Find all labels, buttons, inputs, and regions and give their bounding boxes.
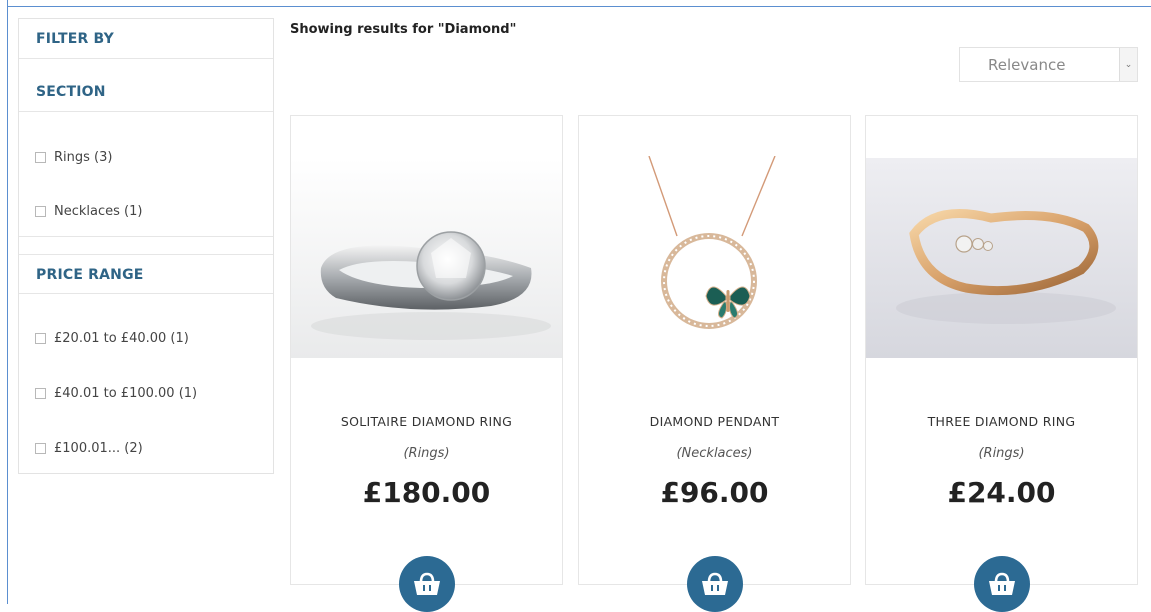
filter-option-label: £40.01 to £100.00 (1) — [54, 385, 198, 401]
shopping-basket-icon — [989, 572, 1015, 595]
filter-option-label: £100.01... (2) — [54, 440, 143, 456]
checkbox[interactable] — [35, 332, 46, 344]
product-image-solitaire-ring[interactable] — [291, 158, 562, 358]
divider — [19, 236, 273, 237]
checkbox[interactable] — [35, 442, 46, 454]
sort-select[interactable]: Relevance ⌄ — [959, 47, 1138, 82]
product-name[interactable]: SOLITAIRE DIAMOND RING — [291, 414, 562, 429]
product-price: £180.00 — [362, 476, 491, 509]
window-frame-left — [7, 0, 8, 604]
filter-option-price-40-100[interactable]: £40.01 to £100.00 (1) — [35, 383, 197, 403]
product-price: £24.00 — [947, 476, 1056, 509]
checkbox[interactable] — [35, 151, 46, 163]
product-category: (Rings) — [403, 446, 450, 461]
filter-option-price-100-plus[interactable]: £100.01... (2) — [35, 438, 143, 458]
filter-option-label: Necklaces (1) — [54, 203, 143, 219]
price-range-heading: PRICE RANGE — [19, 254, 273, 294]
product-card[interactable]: DIAMOND PENDANT (Necklaces) £96.00 — [578, 115, 851, 612]
filter-option-label: Rings (3) — [54, 149, 113, 165]
product-image-diamond-pendant[interactable] — [579, 156, 850, 356]
results-heading: Showing results for "Diamond" — [290, 22, 517, 37]
product-category: (Necklaces) — [676, 446, 753, 461]
product-card[interactable]: SOLITAIRE DIAMOND RING (Rings) £180.00 — [290, 115, 563, 612]
product-price: £96.00 — [660, 476, 769, 509]
filter-option-necklaces[interactable]: Necklaces (1) — [35, 201, 142, 221]
chevron-down-icon[interactable]: ⌄ — [1119, 48, 1137, 81]
product-card[interactable]: THREE DIAMOND RING (Rings) £24.00 — [865, 115, 1138, 612]
shopping-basket-icon — [702, 572, 728, 595]
checkbox[interactable] — [35, 205, 46, 217]
sort-selected-value: Relevance — [988, 55, 1066, 74]
product-category: (Rings) — [978, 446, 1025, 461]
window-frame-top — [7, 6, 1151, 7]
filter-option-price-20-40[interactable]: £20.01 to £40.00 (1) — [35, 328, 189, 348]
product-image-three-diamond-ring[interactable] — [866, 158, 1137, 358]
section-heading: SECTION — [19, 72, 273, 112]
shopping-basket-icon — [414, 572, 440, 595]
filter-sidebar: FILTER BY SECTION Rings (3) Necklaces (1… — [18, 18, 274, 474]
product-name[interactable]: DIAMOND PENDANT — [579, 414, 850, 429]
filter-by-heading: FILTER BY — [19, 19, 273, 59]
checkbox[interactable] — [35, 387, 46, 399]
filter-option-rings[interactable]: Rings (3) — [35, 147, 112, 167]
filter-option-label: £20.01 to £40.00 (1) — [54, 330, 189, 346]
product-name[interactable]: THREE DIAMOND RING — [866, 414, 1137, 429]
